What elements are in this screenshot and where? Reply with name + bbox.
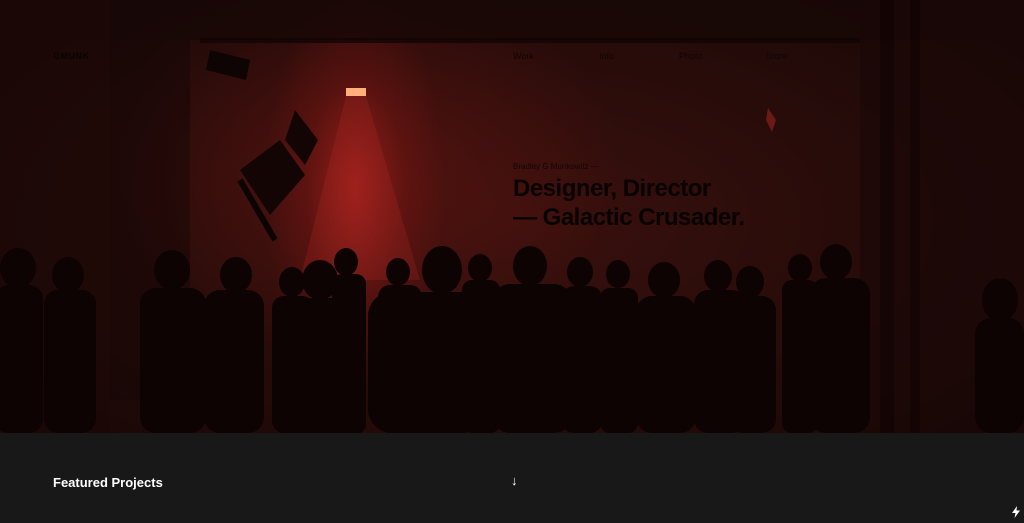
hero-title: Designer, Director — Galactic Crusader. xyxy=(513,174,745,232)
hero-title-line-2: — Galactic Crusader. xyxy=(513,204,745,231)
light-beam xyxy=(300,96,420,280)
ceiling-beam xyxy=(200,38,860,43)
down-arrow-icon[interactable]: ↓ xyxy=(511,473,518,488)
featured-projects-heading: Featured Projects xyxy=(53,475,163,490)
nav-link-photo[interactable]: Photo xyxy=(679,51,703,61)
hero-section: GMUNK Work Info Photo Store Bradley G Mu… xyxy=(0,0,1024,433)
right-pillar xyxy=(880,0,894,433)
hero-title-line-1: Designer, Director xyxy=(513,175,711,202)
lightning-bolt-icon[interactable] xyxy=(1011,506,1021,518)
hero-photo xyxy=(0,0,1024,433)
small-light xyxy=(766,108,776,132)
site-logo[interactable]: GMUNK xyxy=(53,51,90,61)
nav-link-work[interactable]: Work xyxy=(513,51,534,61)
hero-kicker: Bradley G Munkowitz — xyxy=(513,162,599,171)
nav-link-store[interactable]: Store xyxy=(766,51,788,61)
nav-link-info[interactable]: Info xyxy=(599,51,614,61)
speaker xyxy=(206,50,250,80)
right-pillar xyxy=(910,0,920,433)
stage-light xyxy=(346,88,366,96)
featured-projects-section: Featured Projects ↓ xyxy=(0,433,1024,523)
